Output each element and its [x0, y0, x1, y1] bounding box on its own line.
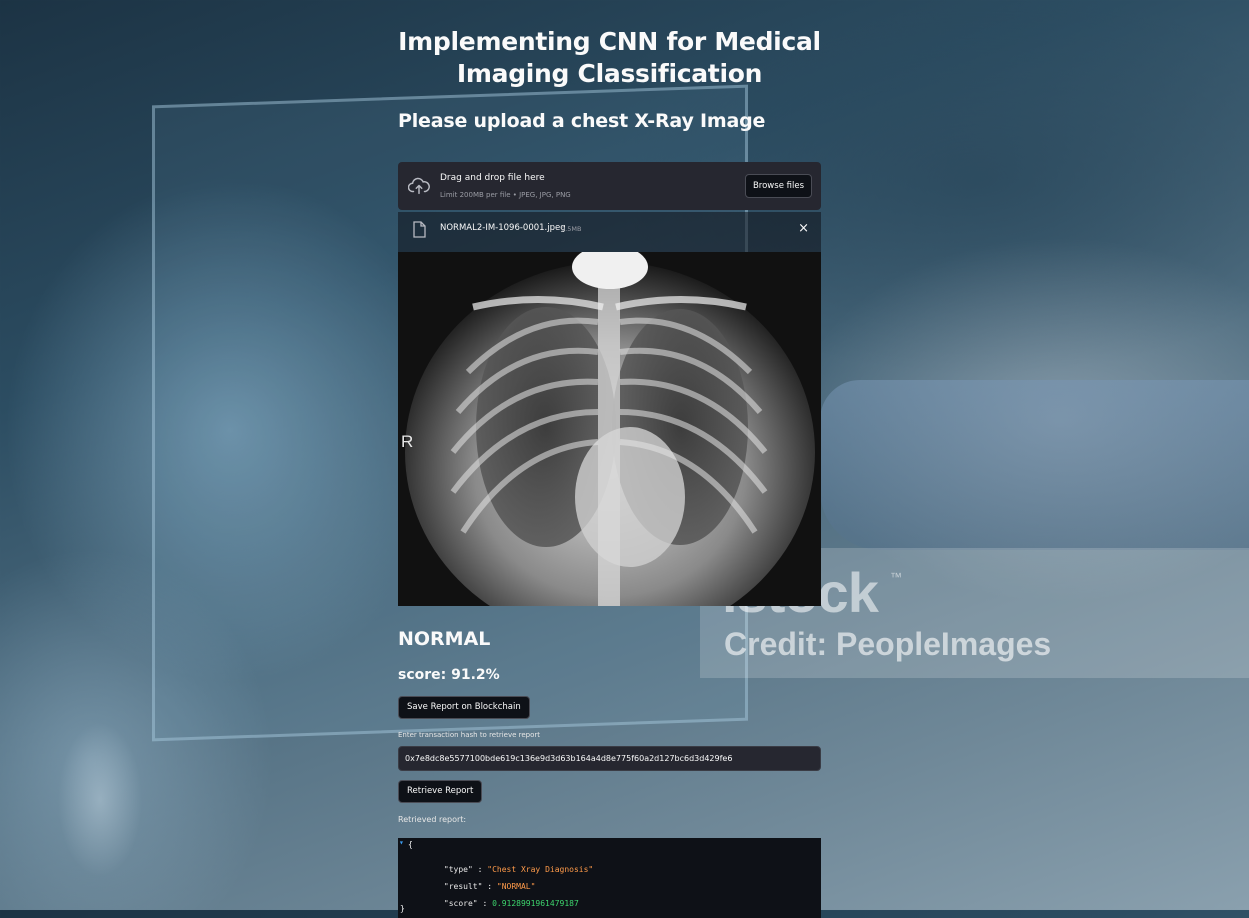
- page-title: Implementing CNN for Medical Imaging Cla…: [398, 27, 821, 88]
- background-doctor-arm: [820, 380, 1249, 550]
- dropzone-instruction: Drag and drop file here: [440, 173, 545, 183]
- json-close-brace: }: [400, 904, 405, 913]
- json-score-key: "score": [443, 899, 478, 908]
- json-collapse-caret-icon[interactable]: ▾: [399, 838, 404, 847]
- report-json-viewer: ▾ { "type" : "Chest Xray Diagnosis" "res…: [398, 838, 821, 918]
- cloud-upload-icon: [408, 177, 430, 195]
- json-score-value: 0.9128991961479187: [492, 899, 579, 908]
- json-open-brace: {: [408, 840, 413, 849]
- watermark-credit: Credit: PeopleImages: [724, 626, 1052, 662]
- save-report-button[interactable]: Save Report on Blockchain: [398, 696, 530, 719]
- upload-prompt-heading: Please upload a chest X-Ray Image: [398, 110, 766, 132]
- xray-illustration: [398, 252, 821, 606]
- retrieve-report-button[interactable]: Retrieve Report: [398, 780, 483, 803]
- background-hologram-figure: [40, 690, 160, 910]
- transaction-hash-label: Enter transaction hash to retrieve repor…: [398, 731, 541, 739]
- retrieved-report-label: Retrieved report:: [398, 815, 467, 824]
- dropzone-limit-text: Limit 200MB per file • JPEG, JPG, PNG: [440, 191, 571, 199]
- file-uploader-dropzone[interactable]: Drag and drop file here Limit 200MB per …: [398, 162, 821, 210]
- xray-side-marker: R: [401, 432, 414, 451]
- browse-files-button[interactable]: Browse files: [744, 174, 812, 198]
- remove-file-close-icon[interactable]: ×: [798, 221, 809, 236]
- watermark-trademark: ™: [890, 570, 902, 584]
- chest-xray-image: R: [398, 252, 821, 606]
- file-icon: [413, 221, 426, 238]
- uploaded-file-size: 0.5MB: [561, 225, 582, 233]
- transaction-hash-input[interactable]: [398, 746, 821, 771]
- json-score-row: "score" : 0.9128991961479187: [443, 899, 579, 908]
- uploaded-file-row: NORMAL2-IM-1096-0001.jpeg 0.5MB ×: [398, 212, 821, 252]
- uploaded-file-name: NORMAL2-IM-1096-0001.jpeg: [440, 223, 566, 233]
- prediction-label: NORMAL: [398, 628, 491, 650]
- prediction-score: score: 91.2%: [398, 667, 500, 683]
